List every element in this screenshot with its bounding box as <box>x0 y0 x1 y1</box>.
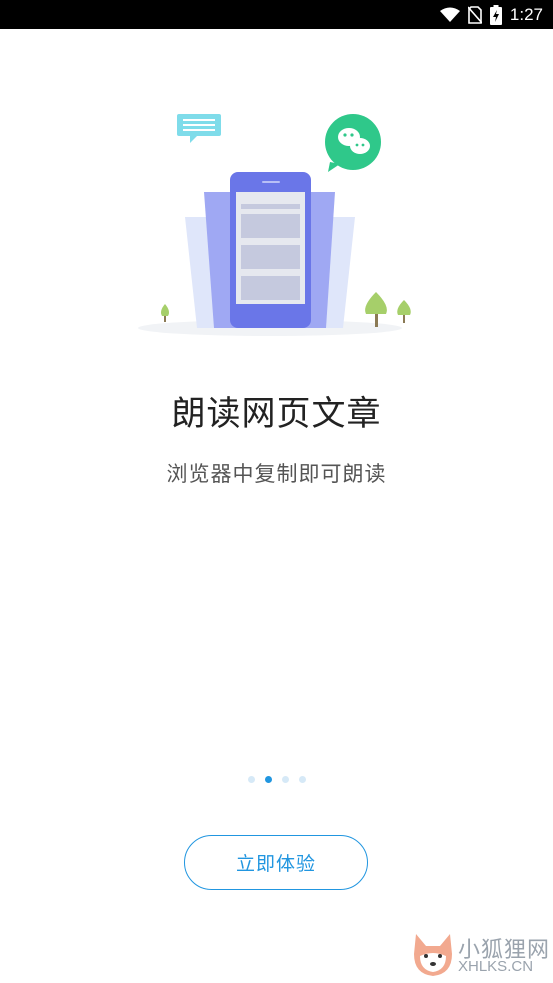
page-indicator <box>0 776 553 783</box>
status-time: 1:27 <box>509 4 543 24</box>
phone-icon <box>230 172 311 328</box>
battery-charging-icon <box>489 4 502 25</box>
tree-icon <box>161 304 169 322</box>
status-icons: 1:27 <box>439 0 543 29</box>
page-dot[interactable] <box>298 776 306 783</box>
status-bar: 1:27 <box>0 0 553 29</box>
page-dot[interactable] <box>281 776 289 783</box>
no-sim-icon <box>467 5 482 24</box>
tree-icon <box>365 292 387 327</box>
wifi-icon <box>439 7 460 22</box>
intro-illustration <box>138 114 411 336</box>
tree-icon <box>397 300 411 323</box>
watermark: 小狐狸网 XHLKS.CN <box>410 930 550 980</box>
page-dot-active[interactable] <box>264 776 272 783</box>
page-dot[interactable] <box>247 776 255 783</box>
start-button-label: 立即体验 <box>235 853 316 875</box>
start-button[interactable]: 立即体验 <box>184 835 368 890</box>
intro-title: 朗读网页文章 <box>171 394 382 434</box>
wechat-icon <box>325 114 381 172</box>
fox-logo-icon <box>414 934 452 976</box>
chat-bubble-icon <box>177 114 221 143</box>
intro-subtitle: 浏览器中复制即可朗读 <box>166 462 387 486</box>
watermark-text-en: XHLKS.CN <box>458 958 534 975</box>
